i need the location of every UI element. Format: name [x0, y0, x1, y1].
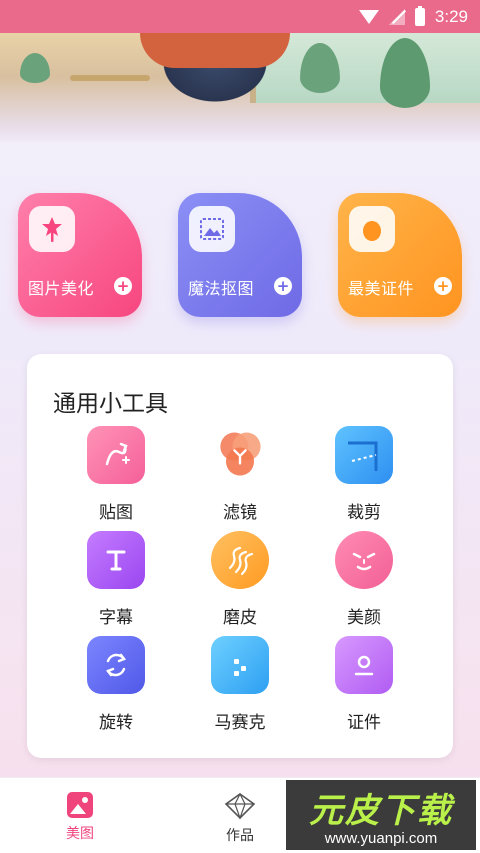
tool-label: 旋转 [99, 713, 133, 733]
tool-beauty[interactable]: 美颜 [309, 531, 419, 631]
text-icon [87, 531, 145, 589]
tool-crop[interactable]: 裁剪 [309, 426, 419, 526]
magic-wand-icon [29, 206, 75, 252]
rotate-icon [87, 636, 145, 694]
battery-icon [414, 5, 425, 26]
tool-sticker[interactable]: 贴图 [61, 426, 171, 526]
tool-label: 磨皮 [223, 608, 257, 628]
plus-icon: + [274, 277, 292, 295]
feature-cards: 图片美化 + 魔法抠图 + 最美证件 + [18, 193, 462, 318]
id-card-icon [335, 636, 393, 694]
tool-label: 贴图 [99, 503, 133, 523]
tool-smooth-skin[interactable]: 磨皮 [185, 531, 295, 631]
portrait-icon [349, 206, 395, 252]
diamond-icon [224, 792, 256, 820]
tool-id-photo[interactable]: 证件 [309, 636, 419, 736]
tools-panel: 通用小工具 贴图 滤镜 裁剪 字幕 磨皮 美颜 旋转 马赛克 证件 [27, 354, 453, 758]
tool-label: 美颜 [347, 608, 381, 628]
plus-icon: + [114, 277, 132, 295]
banner-character-hat [140, 33, 290, 68]
magic-cutout-card[interactable]: 魔法抠图 + [178, 193, 302, 317]
nav-item-beautify[interactable]: 美图 [0, 778, 160, 853]
smooth-skin-icon [211, 531, 269, 589]
wifi-icon [358, 9, 379, 24]
id-photo-card[interactable]: 最美证件 + [338, 193, 462, 317]
plus-icon: + [434, 277, 452, 295]
watermark-logo: 元皮下载 [309, 791, 453, 831]
image-icon [67, 792, 93, 818]
status-time: 3:29 [434, 6, 468, 26]
sticker-icon [87, 426, 145, 484]
crop-icon [335, 426, 393, 484]
card-label: 魔法抠图 [188, 279, 255, 298]
face-icon [335, 531, 393, 589]
tool-mosaic[interactable]: 马赛克 [185, 636, 295, 736]
tool-label: 证件 [347, 713, 381, 733]
image-cutout-icon [189, 206, 235, 252]
nav-label: 作品 [226, 828, 254, 844]
top-banner-image[interactable] [0, 33, 480, 143]
mosaic-icon [211, 636, 269, 694]
filter-icon [211, 426, 269, 484]
card-label: 图片美化 [28, 279, 95, 298]
tool-label: 滤镜 [223, 503, 257, 523]
no-signal-icon [388, 8, 405, 25]
watermark-url: www.yuanpi.com [324, 830, 438, 847]
banner-table [70, 75, 150, 81]
tool-label: 字幕 [99, 608, 133, 628]
status-bar: 3:29 [0, 0, 480, 33]
tool-subtitle[interactable]: 字幕 [61, 531, 171, 631]
tool-label: 裁剪 [347, 503, 381, 523]
banner-plant [20, 53, 50, 83]
watermark: 元皮下载 www.yuanpi.com [286, 780, 476, 850]
tool-rotate[interactable]: 旋转 [61, 636, 171, 736]
tool-filter[interactable]: 滤镜 [185, 426, 295, 526]
photo-beautify-card[interactable]: 图片美化 + [18, 193, 142, 317]
tools-title: 通用小工具 [53, 391, 168, 417]
nav-label: 美图 [66, 826, 94, 842]
tool-label: 马赛克 [214, 713, 266, 733]
card-label: 最美证件 [348, 279, 415, 298]
